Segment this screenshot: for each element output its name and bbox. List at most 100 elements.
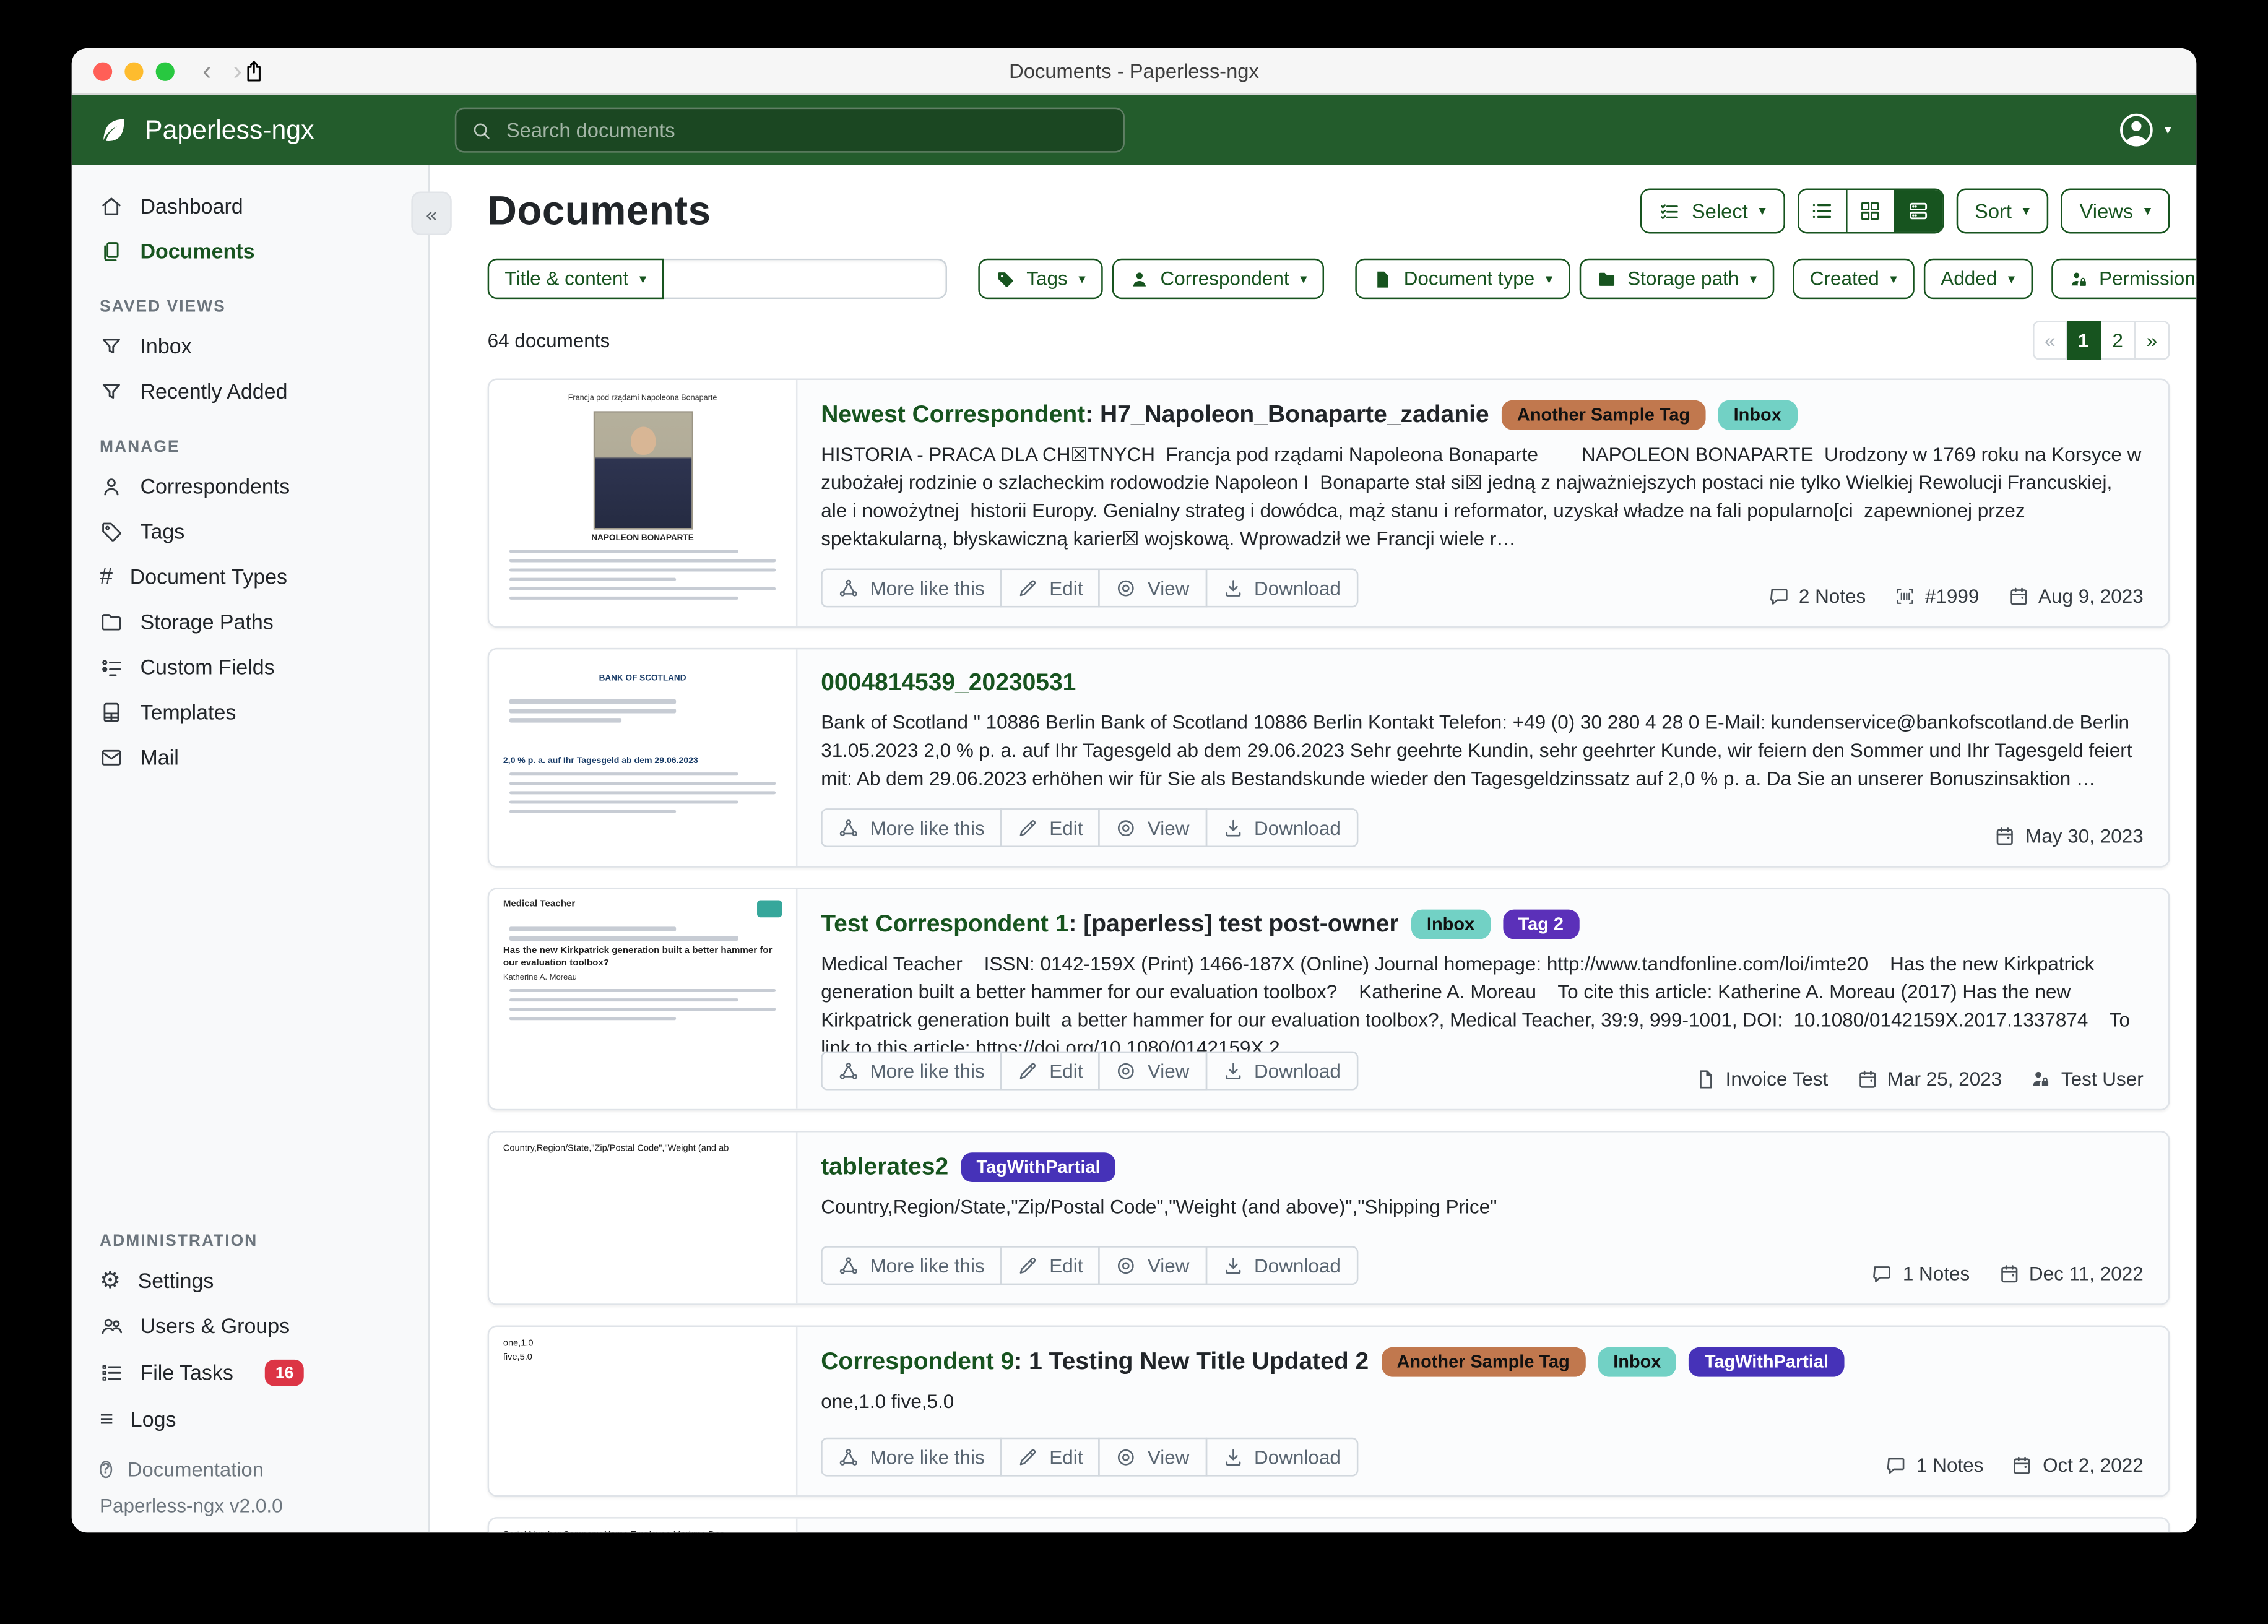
document-title[interactable]: 0004814539_20230531: [821, 670, 1076, 698]
more-like-this-button[interactable]: More like this: [821, 808, 1002, 847]
sidebar-item-label: File Tasks: [140, 1361, 233, 1384]
tag-pill[interactable]: Tag 2: [1502, 910, 1579, 939]
edit-button[interactable]: Edit: [1000, 1246, 1100, 1285]
page-button-next[interactable]: »: [2136, 321, 2170, 360]
view-button[interactable]: View: [1099, 569, 1207, 608]
user-menu[interactable]: ▾: [2118, 111, 2171, 150]
more-like-this-button[interactable]: More like this: [821, 569, 1002, 608]
download-button[interactable]: Download: [1205, 1246, 1358, 1285]
close-window-button[interactable]: [93, 61, 112, 80]
app-brand[interactable]: Paperless-ngx: [97, 114, 314, 147]
view-button[interactable]: View: [1099, 808, 1207, 847]
page-button-prev[interactable]: «: [2033, 321, 2067, 360]
sidebar-item-inbox[interactable]: Inbox: [72, 324, 428, 369]
sidebar-item-dashboard[interactable]: Dashboard: [72, 184, 428, 229]
view-mode-grid-button[interactable]: [1845, 190, 1894, 232]
meta-text: Test User: [2061, 1068, 2144, 1090]
sidebar-item-correspondents[interactable]: Correspondents: [72, 464, 428, 509]
tag-pill[interactable]: Inbox: [1718, 400, 1797, 430]
filter-field-button[interactable]: Title & content▾: [488, 259, 664, 299]
document-title[interactable]: Correspondent 9: 1 Testing New Title Upd…: [821, 1348, 1369, 1376]
page-button-1[interactable]: 1: [2067, 321, 2101, 360]
thumbnail-journal-logo: [757, 901, 782, 918]
sidebar-item-custom-fields[interactable]: Custom Fields: [72, 645, 428, 690]
more-like-this-button[interactable]: More like this: [821, 1246, 1002, 1285]
document-card-footer: More like thisEditViewDownloadInvoice Te…: [821, 1052, 2144, 1091]
sidebar-item-file-tasks[interactable]: File Tasks16: [72, 1349, 428, 1397]
meta-chat: 1 Notes: [1871, 1263, 1970, 1285]
sidebar-item-documents[interactable]: Documents: [72, 229, 428, 274]
filter-added-button[interactable]: Added▾: [1924, 259, 2032, 299]
filter-created-button[interactable]: Created▾: [1793, 259, 1914, 299]
document-correspondent[interactable]: Correspondent 9: [821, 1348, 1014, 1375]
download-button[interactable]: Download: [1205, 569, 1358, 608]
sidebar-item-logs[interactable]: ≡Logs: [72, 1397, 428, 1442]
tag-pill[interactable]: Inbox: [1411, 910, 1491, 939]
search-input[interactable]: [503, 117, 1109, 144]
view-button[interactable]: View: [1099, 1246, 1207, 1285]
filter-storage-path-button[interactable]: Storage path▾: [1579, 259, 1774, 299]
select-button[interactable]: Select▾: [1640, 188, 1785, 233]
documentation-link[interactable]: ?Documentation: [72, 1442, 428, 1484]
download-button[interactable]: Download: [1205, 808, 1358, 847]
filter-permissions-button[interactable]: Permissions▾: [2051, 259, 2196, 299]
action-label: Download: [1254, 1255, 1341, 1276]
filter-correspondent-button[interactable]: Correspondent▾: [1112, 259, 1325, 299]
sidebar-item-document-types[interactable]: #Document Types: [72, 555, 428, 600]
view-button[interactable]: View: [1099, 1052, 1207, 1091]
sidebar-collapse-button[interactable]: «: [411, 192, 451, 235]
tag-pill[interactable]: TagWithPartial: [961, 1152, 1116, 1182]
meta-text: 1 Notes: [1903, 1263, 1970, 1285]
sidebar-item-recently-added[interactable]: Recently Added: [72, 369, 428, 414]
view-mode-toggle: [1797, 188, 1944, 233]
minimize-window-button[interactable]: [124, 61, 143, 80]
tag-pill[interactable]: TagWithPartial: [1689, 1347, 1845, 1377]
view-mode-table-button[interactable]: [1799, 190, 1845, 232]
view-controls: Select▾ Sort▾ Views▾: [1640, 188, 2170, 233]
sidebar-item-settings[interactable]: ⚙Settings: [72, 1258, 428, 1303]
document-thumbnail[interactable]: BANK OF SCOTLAND2,0 % p. a. auf Ihr Tage…: [489, 649, 797, 866]
view-mode-detail-button[interactable]: [1894, 190, 1942, 232]
document-correspondent[interactable]: Newest Correspondent: [821, 401, 1085, 428]
document-title[interactable]: tablerates2: [821, 1153, 948, 1181]
document-card-body: Newest Correspondent: H7_Napoleon_Bonapa…: [797, 380, 2168, 626]
sidebar-item-storage-paths[interactable]: Storage Paths: [72, 600, 428, 645]
sort-button[interactable]: Sort▾: [1956, 188, 2048, 233]
zoom-window-button[interactable]: [156, 61, 175, 80]
document-thumbnail[interactable]: Country,Region/State,"Zip/Postal Code","…: [489, 1132, 797, 1303]
tag-pill[interactable]: Another Sample Tag: [1502, 400, 1706, 430]
edit-button[interactable]: Edit: [1000, 569, 1100, 608]
document-thumbnail[interactable]: Serial Number,Company Name,Employee Mark…: [489, 1519, 797, 1533]
page-button-2[interactable]: 2: [2101, 321, 2136, 360]
thumbnail-text: Country,Region/State,"Zip/Postal Code","…: [503, 1143, 782, 1157]
meta-personlock: Test User: [2030, 1068, 2144, 1090]
views-label: Views: [2080, 199, 2134, 223]
download-button[interactable]: Download: [1205, 1438, 1358, 1477]
edit-button[interactable]: Edit: [1000, 1438, 1100, 1477]
document-thumbnail[interactable]: one,1.0 five,5.0: [489, 1327, 797, 1495]
sidebar-item-mail[interactable]: Mail: [72, 735, 428, 780]
filter-tags-button[interactable]: Tags▾: [978, 259, 1102, 299]
download-button[interactable]: Download: [1205, 1052, 1358, 1091]
sidebar-item-tags[interactable]: Tags: [72, 509, 428, 555]
document-title[interactable]: Newest Correspondent: H7_Napoleon_Bonapa…: [821, 401, 1489, 429]
document-correspondent[interactable]: Test Correspondent 1: [821, 910, 1068, 937]
view-button[interactable]: View: [1099, 1438, 1207, 1477]
tag-pill[interactable]: Inbox: [1598, 1347, 1677, 1377]
edit-button[interactable]: Edit: [1000, 808, 1100, 847]
edit-button[interactable]: Edit: [1000, 1052, 1100, 1091]
views-button[interactable]: Views▾: [2061, 188, 2170, 233]
filter-search-input[interactable]: [664, 259, 947, 299]
tag-pill[interactable]: Another Sample Tag: [1381, 1347, 1585, 1377]
browser-forward-icon[interactable]: ›: [233, 58, 242, 84]
filter-document-type-button[interactable]: Document type▾: [1356, 259, 1570, 299]
sidebar-item-templates[interactable]: Templates: [72, 690, 428, 735]
sidebar-item-users-groups[interactable]: Users & Groups: [72, 1303, 428, 1349]
more-like-this-button[interactable]: More like this: [821, 1438, 1002, 1477]
browser-back-icon[interactable]: ‹: [202, 58, 211, 84]
more-like-this-button[interactable]: More like this: [821, 1052, 1002, 1091]
document-title[interactable]: Test Correspondent 1: [paperless] test p…: [821, 910, 1398, 938]
chevron-down-icon: ▾: [1546, 272, 1552, 286]
document-thumbnail[interactable]: Francja pod rządami Napoleona BonaparteN…: [489, 380, 797, 626]
document-thumbnail[interactable]: Medical TeacherHas the new Kirkpatrick g…: [489, 889, 797, 1109]
